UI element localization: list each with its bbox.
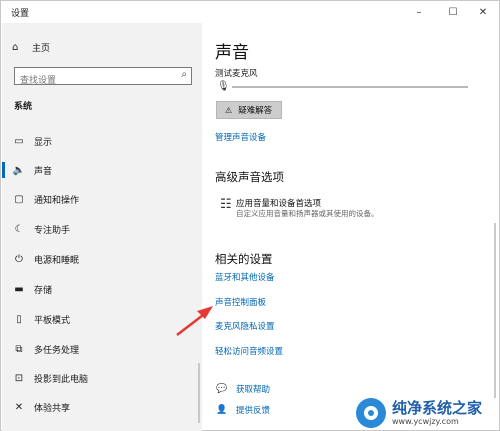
watermark-url: www.ycwjzy.com [392, 416, 459, 426]
watermark-name: 纯净系统之家 [392, 398, 483, 417]
watermark: 纯净系统之家 www.ycwjzy.com [356, 394, 500, 431]
annotation-arrow [176, 306, 213, 336]
settings-window: 设置 – ☐ ✕ ⌂ 主页 ⌕ 系统 ▭ 显示 🔈 声音 ▢ 通知和操作 ☾ 专 [0, 0, 500, 431]
watermark-logo-icon [356, 398, 386, 428]
